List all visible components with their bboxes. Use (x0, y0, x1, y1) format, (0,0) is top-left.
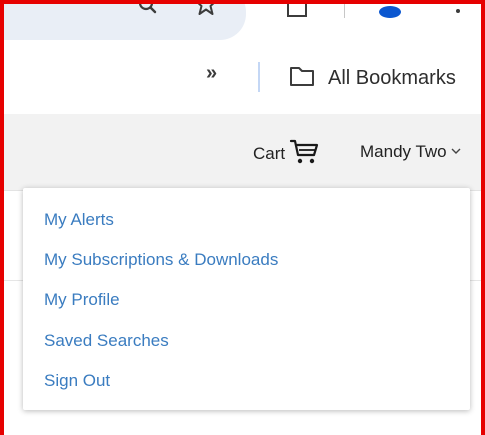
menu-item-my-alerts[interactable]: My Alerts (44, 210, 114, 230)
bookmarks-separator (258, 62, 260, 92)
folder-icon (288, 64, 316, 93)
menu-item-sign-out[interactable]: Sign Out (44, 371, 110, 391)
browser-toolbar (4, 0, 481, 40)
frame-border-right (481, 0, 485, 435)
menu-item-my-subscriptions[interactable]: My Subscriptions & Downloads (44, 250, 278, 270)
frame-border-top (0, 0, 485, 4)
site-header: Cart Mandy Two (4, 114, 481, 191)
all-bookmarks-button[interactable]: All Bookmarks (288, 64, 456, 93)
account-name: Mandy Two (360, 142, 447, 161)
account-menu-button[interactable]: Mandy Two (360, 142, 462, 162)
menu-item-my-profile[interactable]: My Profile (44, 290, 120, 310)
cart-icon (289, 136, 319, 171)
frame-border-left (0, 0, 4, 435)
chevron-down-icon (450, 143, 462, 161)
all-bookmarks-label: All Bookmarks (328, 67, 456, 89)
cart-label: Cart (253, 143, 286, 163)
account-dropdown-menu: My Alerts My Subscriptions & Downloads M… (23, 188, 470, 410)
bookmarks-bar: » All Bookmarks (4, 40, 481, 114)
cart-button[interactable]: Cart (253, 136, 319, 171)
menu-item-saved-searches[interactable]: Saved Searches (44, 331, 169, 351)
bookmarks-overflow-button[interactable]: » (206, 62, 217, 85)
